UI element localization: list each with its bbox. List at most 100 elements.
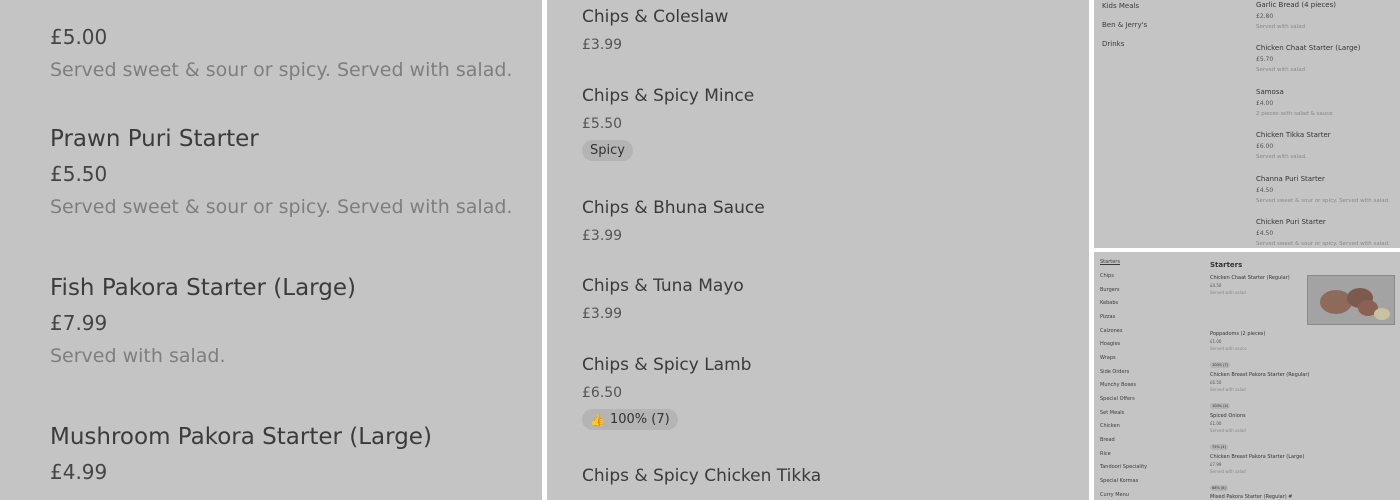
item-description: Served sweet & sour or spicy. Served wit… — [1256, 241, 1390, 247]
item-description: Served sweet & sour or spicy. Served wit… — [50, 196, 513, 218]
item-name: Chips & Spicy Lamb — [582, 355, 752, 375]
item-name: Mushroom Pakora Starter (Large) — [50, 424, 432, 450]
category-link-chicken[interactable]: Chicken — [1100, 423, 1120, 429]
item-name: Chips & Bhuna Sauce — [582, 198, 765, 218]
food-photo — [1307, 275, 1395, 325]
starters-page-panel: Starters Chips Burgers Kebabs Pizzas Cal… — [1094, 252, 1400, 500]
item-name: Prawn Puri Starter — [50, 126, 259, 152]
menu-item[interactable]: Spiced Onions £1.00 Served with salad 75… — [1210, 413, 1246, 452]
item-description: Served with salad. — [50, 345, 226, 367]
menu-item[interactable]: Chips & Spicy Chicken Tikka — [582, 466, 821, 486]
item-price: £5.50 — [50, 162, 108, 186]
menu-item[interactable]: Chicken Tikka Starter £6.00 Served with … — [1256, 131, 1331, 160]
item-description: Served sweet & sour or spicy. Served wit… — [50, 59, 513, 81]
item-name: Samosa — [1256, 88, 1284, 96]
rating-badge: 88% (8) — [1210, 485, 1228, 491]
item-name: Chicken Breast Pakora Starter (Regular) — [1210, 372, 1310, 378]
menu-item[interactable]: Chips & Bhuna Sauce £3.99 — [582, 198, 765, 244]
item-price: £3.99 — [582, 37, 623, 53]
item-name: Chicken Chaat Starter (Large) — [1256, 44, 1361, 52]
menu-item[interactable]: Mixed Pakora Starter (Regular) # — [1210, 494, 1292, 500]
menu-item[interactable]: Chips & Spicy Mince £5.50 Spicy — [582, 86, 754, 161]
item-description: Served with salad — [1256, 67, 1306, 73]
zoomed-menu-panel: £5.00 Served sweet & sour or spicy. Serv… — [0, 0, 542, 500]
item-name: Chips & Spicy Mince — [582, 86, 755, 106]
menu-item[interactable]: Chicken Puri Starter £4.50 Served sweet … — [1256, 218, 1390, 247]
rating-badge: 75% (4) — [1210, 444, 1228, 450]
menu-item[interactable]: Fish Pakora Starter (Large) £7.99 Served… — [50, 275, 356, 367]
menu-overview-panel: Kids Meals Ben & Jerry's Drinks Garlic B… — [1094, 0, 1400, 248]
menu-item[interactable]: Chips & Coleslaw £3.99 — [582, 7, 728, 53]
category-link-hoagies[interactable]: Hoagies — [1100, 341, 1120, 347]
category-link-bread[interactable]: Bread — [1100, 437, 1115, 443]
item-description: Served with salad — [1256, 24, 1306, 30]
item-name: Spiced Onions — [1210, 413, 1246, 419]
food-photo-graphic — [1308, 276, 1394, 324]
item-price: £6.50 — [1210, 380, 1222, 385]
category-link-special-kormas[interactable]: Special Kormas — [1100, 478, 1138, 484]
category-link-kebabs[interactable]: Kebabs — [1100, 300, 1118, 306]
item-price: £4.50 — [1256, 230, 1274, 237]
category-link-ben-jerrys[interactable]: Ben & Jerry's — [1102, 21, 1147, 29]
item-price: £4.00 — [1256, 100, 1274, 107]
menu-item[interactable]: Chicken Breast Pakora Starter (Regular) … — [1210, 372, 1309, 411]
category-link-munchy-boxes[interactable]: Munchy Boxes — [1100, 382, 1136, 388]
item-price: £4.50 — [1210, 283, 1222, 288]
item-price: £2.80 — [1256, 13, 1274, 20]
menu-item[interactable]: Chips & Spicy Lamb £6.50 👍 100% (7) — [582, 355, 751, 430]
item-name: Chips & Spicy Chicken Tikka — [582, 466, 822, 486]
category-link-rice[interactable]: Rice — [1100, 451, 1111, 457]
item-price: £6.50 — [582, 385, 623, 401]
item-name: Chicken Breast Pakora Starter (Large) — [1210, 454, 1305, 460]
rating-badge: 👍 100% (7) — [582, 409, 678, 430]
category-link-wraps[interactable]: Wraps — [1100, 355, 1116, 361]
category-link-burgers[interactable]: Burgers — [1100, 287, 1119, 293]
item-price: £5.70 — [1256, 56, 1274, 63]
item-price: £7.99 — [1210, 462, 1222, 467]
menu-item[interactable]: Garlic Bread (4 pieces) £2.80 Served wit… — [1256, 1, 1336, 30]
rating-label: 100% (7) — [609, 412, 670, 427]
menu-item[interactable]: Channa Puri Starter £4.50 Served sweet &… — [1256, 175, 1390, 204]
item-name: Garlic Bread (4 pieces) — [1256, 1, 1336, 9]
rating-badge: 100% (7) — [1210, 362, 1231, 368]
item-name: Channa Puri Starter — [1256, 175, 1325, 183]
category-link-calzones[interactable]: Calzones — [1100, 328, 1122, 334]
menu-item[interactable]: Chicken Breast Pakora Starter (Large) £7… — [1210, 454, 1304, 493]
item-price: £3.99 — [582, 228, 623, 244]
item-description: Served sweet & sour or spicy. Served wit… — [1256, 198, 1390, 204]
category-link-kids-meals[interactable]: Kids Meals — [1102, 2, 1139, 10]
item-price: £4.99 — [50, 460, 108, 484]
item-name: Chicken Chaat Starter (Regular) — [1210, 275, 1290, 281]
category-link-set-meals[interactable]: Set Meals — [1100, 410, 1124, 416]
category-link-tandoori-speciality[interactable]: Tandoori Speciality — [1100, 464, 1147, 470]
section-title: Starters — [1210, 261, 1243, 269]
menu-item[interactable]: Prawn Puri Starter £5.50 Served sweet & … — [50, 126, 512, 218]
category-link-curry-menu[interactable]: Curry Menu — [1100, 492, 1129, 498]
item-description: 2 pieces with salad & sauce — [1256, 111, 1333, 117]
menu-item[interactable]: Samosa £4.00 2 pieces with salad & sauce — [1256, 88, 1333, 117]
spicy-badge: Spicy — [582, 140, 633, 161]
item-price: £3.99 — [582, 306, 623, 322]
item-price: £1.00 — [1210, 339, 1222, 344]
item-name: Mixed Pakora Starter (Regular) # — [1210, 494, 1293, 500]
menu-item[interactable]: Chicken Chaat Starter (Regular) £4.50 Se… — [1210, 275, 1290, 295]
menu-item[interactable]: Mushroom Pakora Starter (Large) £4.99 — [50, 424, 432, 484]
item-price: £6.00 — [1256, 143, 1274, 150]
item-name: Chicken Tikka Starter — [1256, 131, 1331, 139]
category-link-special-offers[interactable]: Special Offers — [1100, 396, 1135, 402]
menu-item[interactable]: Chicken Chaat Starter (Large) £5.70 Serv… — [1256, 44, 1360, 73]
item-name: Chips & Coleslaw — [582, 7, 729, 27]
badge-label: Spicy — [590, 143, 625, 158]
item-description: Served with salad — [1210, 290, 1246, 295]
item-price: £5.50 — [582, 116, 623, 132]
menu-item[interactable]: £5.00 Served sweet & sour or spicy. Serv… — [50, 15, 512, 81]
menu-item[interactable]: Poppadoms (2 pieces) £1.00 Served with s… — [1210, 331, 1265, 370]
category-link-starters[interactable]: Starters — [1100, 259, 1120, 265]
category-link-chips[interactable]: Chips — [1100, 273, 1114, 279]
item-description: Served with salad — [1210, 428, 1246, 433]
category-link-side-orders[interactable]: Side Orders — [1100, 369, 1129, 375]
category-link-drinks[interactable]: Drinks — [1102, 40, 1124, 48]
menu-item[interactable]: Chips & Tuna Mayo £3.99 — [582, 276, 744, 322]
category-link-pizzas[interactable]: Pizzas — [1100, 314, 1115, 320]
thumbs-up-icon: 👍 — [590, 412, 605, 427]
